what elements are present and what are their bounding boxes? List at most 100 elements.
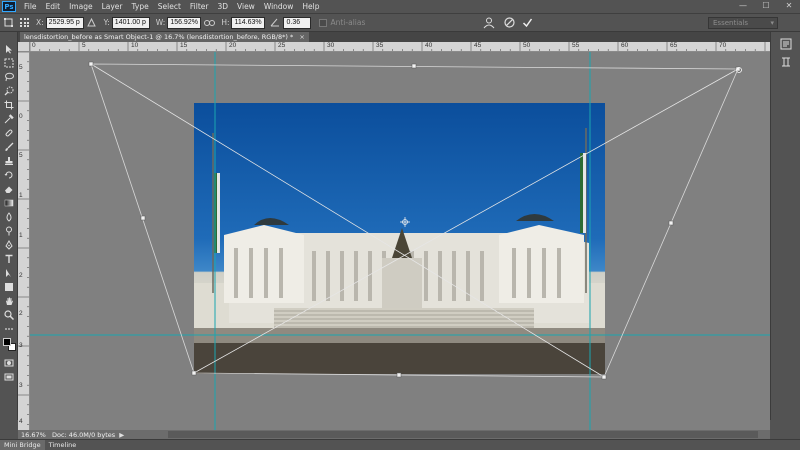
menu-help[interactable]: Help [302, 2, 319, 11]
clone-stamp-tool-icon[interactable] [3, 156, 15, 166]
menu-view[interactable]: View [237, 2, 255, 11]
menu-window[interactable]: Window [264, 2, 294, 11]
puppet-warp-icon[interactable] [483, 17, 495, 29]
quick-mask-icon[interactable] [3, 358, 15, 368]
transform-handle-left[interactable] [140, 215, 146, 221]
canvas-area[interactable] [30, 52, 770, 430]
menu-select[interactable]: Select [158, 2, 181, 11]
ruler-left-label-7: 3 [19, 342, 23, 349]
chevron-down-icon: ▾ [770, 19, 774, 27]
path-selection-tool-icon[interactable] [3, 268, 15, 278]
adjustments-panel-icon[interactable] [779, 56, 793, 68]
ruler-top-label-45: 45 [474, 42, 482, 49]
antialias-checkbox[interactable] [319, 18, 328, 27]
options-bar: X: 2529.95 p Y: 1401.00 p W: 156.92% H: … [0, 13, 800, 32]
workspace-label: Essentials [713, 19, 749, 27]
dodge-tool-icon[interactable] [3, 226, 15, 236]
height-field[interactable]: 114.63% [231, 16, 266, 29]
transform-handle-bottom-right[interactable] [601, 374, 607, 380]
close-window-button[interactable]: ✕ [782, 1, 796, 11]
ruler-left-label-9: 4 [19, 418, 23, 425]
ruler-top-label-70: 70 [719, 42, 727, 49]
screen-mode-icon[interactable] [3, 372, 15, 382]
transform-handle-right[interactable] [668, 220, 674, 226]
ruler-top-label-60: 60 [621, 42, 629, 49]
gradient-tool-icon[interactable] [3, 198, 15, 208]
transform-diagonal-b [193, 68, 739, 374]
marquee-tool-icon[interactable] [3, 58, 15, 68]
document-tab[interactable]: lensdistortion_before as Smart Object-1 … [20, 32, 309, 42]
shape-tool-icon[interactable] [3, 282, 15, 292]
tab-mini-bridge[interactable]: Mini Bridge [0, 440, 45, 450]
antialias-label: Anti-alias [330, 18, 366, 27]
document-size: Doc: 46.0M/0 bytes [52, 430, 116, 439]
ruler-top-label-0: 0 [32, 42, 36, 49]
healing-brush-tool-icon[interactable] [3, 128, 15, 138]
ruler-vertical-ticks [18, 52, 29, 425]
eraser-tool-icon[interactable] [3, 184, 15, 194]
move-tool-icon[interactable] [3, 44, 15, 54]
type-tool-icon[interactable] [3, 254, 15, 264]
foreground-color-swatch[interactable] [3, 338, 11, 346]
horizontal-scrollbar[interactable] [168, 431, 758, 438]
transform-bounding-box[interactable] [90, 63, 739, 378]
angle-field[interactable]: 0.36 [283, 16, 312, 29]
more-tools-icon[interactable] [3, 324, 15, 334]
zoom-tool-icon[interactable] [3, 310, 15, 320]
lasso-tool-icon[interactable] [3, 72, 15, 82]
transform-handle-top-left[interactable] [88, 61, 94, 67]
transform-handle-top[interactable] [411, 63, 417, 69]
menu-layer[interactable]: Layer [102, 2, 123, 11]
menu-type[interactable]: Type [132, 2, 149, 11]
link-icon[interactable] [203, 17, 215, 29]
width-field[interactable]: 156.92% [167, 16, 202, 29]
blur-tool-icon[interactable] [3, 212, 15, 222]
triangle-delta-icon[interactable] [86, 17, 98, 29]
transform-pivot-point-icon[interactable] [400, 217, 410, 227]
crop-tool-icon[interactable] [3, 100, 15, 110]
x-field[interactable]: 2529.95 p [45, 16, 84, 29]
menu-items: File Edit Image Layer Type Select Filter… [24, 2, 329, 11]
cancel-transform-icon[interactable] [503, 17, 515, 29]
menu-file[interactable]: File [24, 2, 37, 11]
ruler-vertical[interactable]: 5 0 5 1 1 2 2 3 3 4 [18, 52, 30, 430]
ruler-horizontal-ticks [30, 42, 766, 51]
brush-tool-icon[interactable] [3, 142, 15, 152]
workspace-dropdown[interactable]: Essentials ▾ [708, 17, 778, 29]
ruler-left-label-3: 1 [19, 192, 23, 199]
close-document-button[interactable]: × [299, 33, 304, 41]
window-controls: — ☐ ✕ [736, 1, 796, 11]
transform-diagonal-a [90, 63, 605, 378]
color-swatches[interactable] [3, 338, 17, 352]
transform-tool-icon[interactable] [2, 17, 14, 29]
transform-handle-bottom[interactable] [396, 372, 402, 378]
menu-filter[interactable]: Filter [190, 2, 209, 11]
ruler-top-label-40: 40 [425, 42, 433, 49]
hand-tool-icon[interactable] [3, 296, 15, 306]
menu-image[interactable]: Image [69, 2, 93, 11]
ruler-left-label-0: 5 [19, 64, 23, 71]
ruler-origin[interactable] [18, 42, 30, 52]
ruler-left-label-8: 3 [19, 382, 23, 389]
menu-edit[interactable]: Edit [46, 2, 61, 11]
reference-point-icon[interactable] [18, 17, 30, 29]
transform-handle-bottom-left[interactable] [191, 370, 197, 376]
commit-transform-icon[interactable] [521, 17, 533, 29]
y-field[interactable]: 1401.00 p [111, 16, 150, 29]
ruler-horizontal[interactable]: 0 5 10 15 20 25 30 35 40 45 50 55 60 65 … [30, 42, 770, 52]
quick-select-tool-icon[interactable] [3, 86, 15, 96]
eyedropper-tool-icon[interactable] [3, 114, 15, 124]
zoom-level[interactable]: 16.67% [18, 431, 48, 439]
photoshop-logo-icon: Ps [2, 1, 16, 12]
status-menu-arrow[interactable]: ▶ [119, 431, 124, 439]
minimize-button[interactable]: — [736, 1, 750, 11]
maximize-button[interactable]: ☐ [759, 1, 773, 11]
menu-3d[interactable]: 3D [217, 2, 228, 11]
ruler-top-label-50: 50 [523, 42, 531, 49]
tools-panel [0, 32, 18, 420]
pen-tool-icon[interactable] [3, 240, 15, 250]
y-label: Y: [103, 18, 110, 27]
history-panel-icon[interactable] [779, 38, 793, 50]
tab-timeline[interactable]: Timeline [45, 440, 81, 450]
history-brush-tool-icon[interactable] [3, 170, 15, 180]
